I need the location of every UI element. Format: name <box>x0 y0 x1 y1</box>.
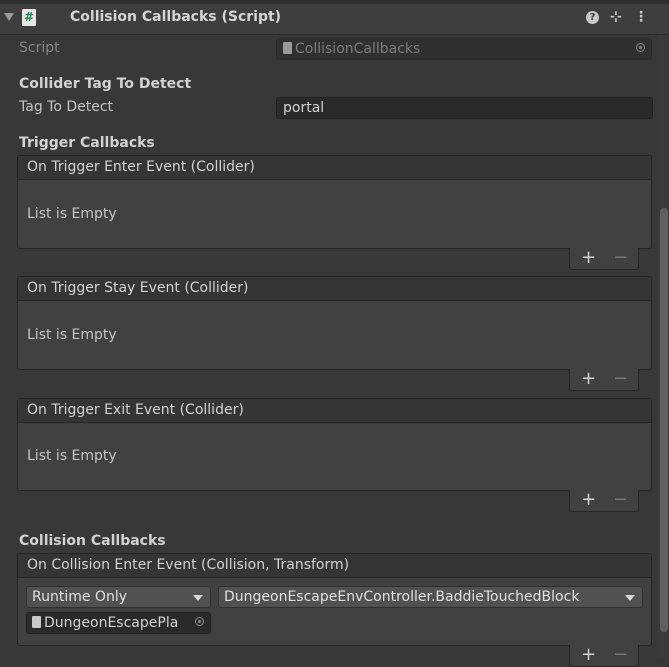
remove-item-button[interactable]: − <box>613 489 628 510</box>
collider-tag-section-title: Collider Tag To Detect <box>19 76 192 92</box>
collision-enter-list-controls: + − <box>569 644 639 667</box>
collision-enter-event-title: On Collision Enter Event (Collision, Tra… <box>18 554 651 578</box>
help-icon[interactable]: ? <box>586 11 599 24</box>
script-icon: # <box>22 9 36 26</box>
target-object-value: DungeonEscapePla <box>44 615 179 631</box>
object-icon <box>32 616 41 628</box>
presets-icon[interactable]: ⊹ <box>608 10 624 26</box>
script-field: CollisionCallbacks <box>276 38 652 60</box>
script-field-value: CollisionCallbacks <box>295 41 421 57</box>
runtime-mode-dropdown[interactable]: Runtime Only <box>26 586 211 608</box>
trigger-enter-event-title: On Trigger Enter Event (Collider) <box>18 156 651 180</box>
component-title: Collision Callbacks (Script) <box>70 9 282 25</box>
tag-to-detect-label: Tag To Detect <box>19 99 114 115</box>
chevron-down-icon <box>193 595 203 601</box>
tag-to-detect-input[interactable]: portal <box>276 97 653 119</box>
trigger-enter-empty-text: List is Empty <box>27 206 117 222</box>
trigger-exit-list-controls: + − <box>569 489 639 512</box>
foldout-arrow-icon[interactable] <box>4 13 14 21</box>
trigger-callbacks-section-title: Trigger Callbacks <box>19 135 155 151</box>
trigger-exit-event: On Trigger Exit Event (Collider) List is… <box>17 398 652 491</box>
trigger-stay-list-controls: + − <box>569 368 639 391</box>
function-value: DungeonEscapeEnvController.BaddieTouched… <box>224 589 580 605</box>
trigger-stay-empty-text: List is Empty <box>27 327 117 343</box>
more-options-icon[interactable]: ⋮ <box>634 10 648 26</box>
script-label: Script <box>19 40 60 56</box>
header-divider <box>0 0 669 4</box>
chevron-down-icon <box>625 595 635 601</box>
target-object-field[interactable]: DungeonEscapePla <box>26 612 211 634</box>
scrollbar-thumb[interactable] <box>660 208 668 632</box>
add-item-button[interactable]: + <box>581 247 596 268</box>
remove-item-button[interactable]: − <box>613 247 628 268</box>
add-item-button[interactable]: + <box>581 644 596 665</box>
object-picker-icon <box>636 43 645 52</box>
trigger-exit-event-title: On Trigger Exit Event (Collider) <box>18 399 651 423</box>
script-file-icon <box>283 42 292 54</box>
trigger-exit-empty-text: List is Empty <box>27 448 117 464</box>
object-picker-icon[interactable] <box>195 617 204 626</box>
trigger-enter-list-controls: + − <box>569 247 639 270</box>
trigger-stay-event: On Trigger Stay Event (Collider) List is… <box>17 276 652 370</box>
trigger-stay-event-title: On Trigger Stay Event (Collider) <box>18 277 651 301</box>
function-dropdown[interactable]: DungeonEscapeEnvController.BaddieTouched… <box>218 586 643 608</box>
remove-item-button[interactable]: − <box>613 644 628 665</box>
collision-callbacks-section-title: Collision Callbacks <box>19 533 166 549</box>
add-item-button[interactable]: + <box>581 368 596 389</box>
trigger-enter-event: On Trigger Enter Event (Collider) List i… <box>17 155 652 249</box>
runtime-mode-value: Runtime Only <box>32 589 127 605</box>
add-item-button[interactable]: + <box>581 489 596 510</box>
remove-item-button[interactable]: − <box>613 368 628 389</box>
